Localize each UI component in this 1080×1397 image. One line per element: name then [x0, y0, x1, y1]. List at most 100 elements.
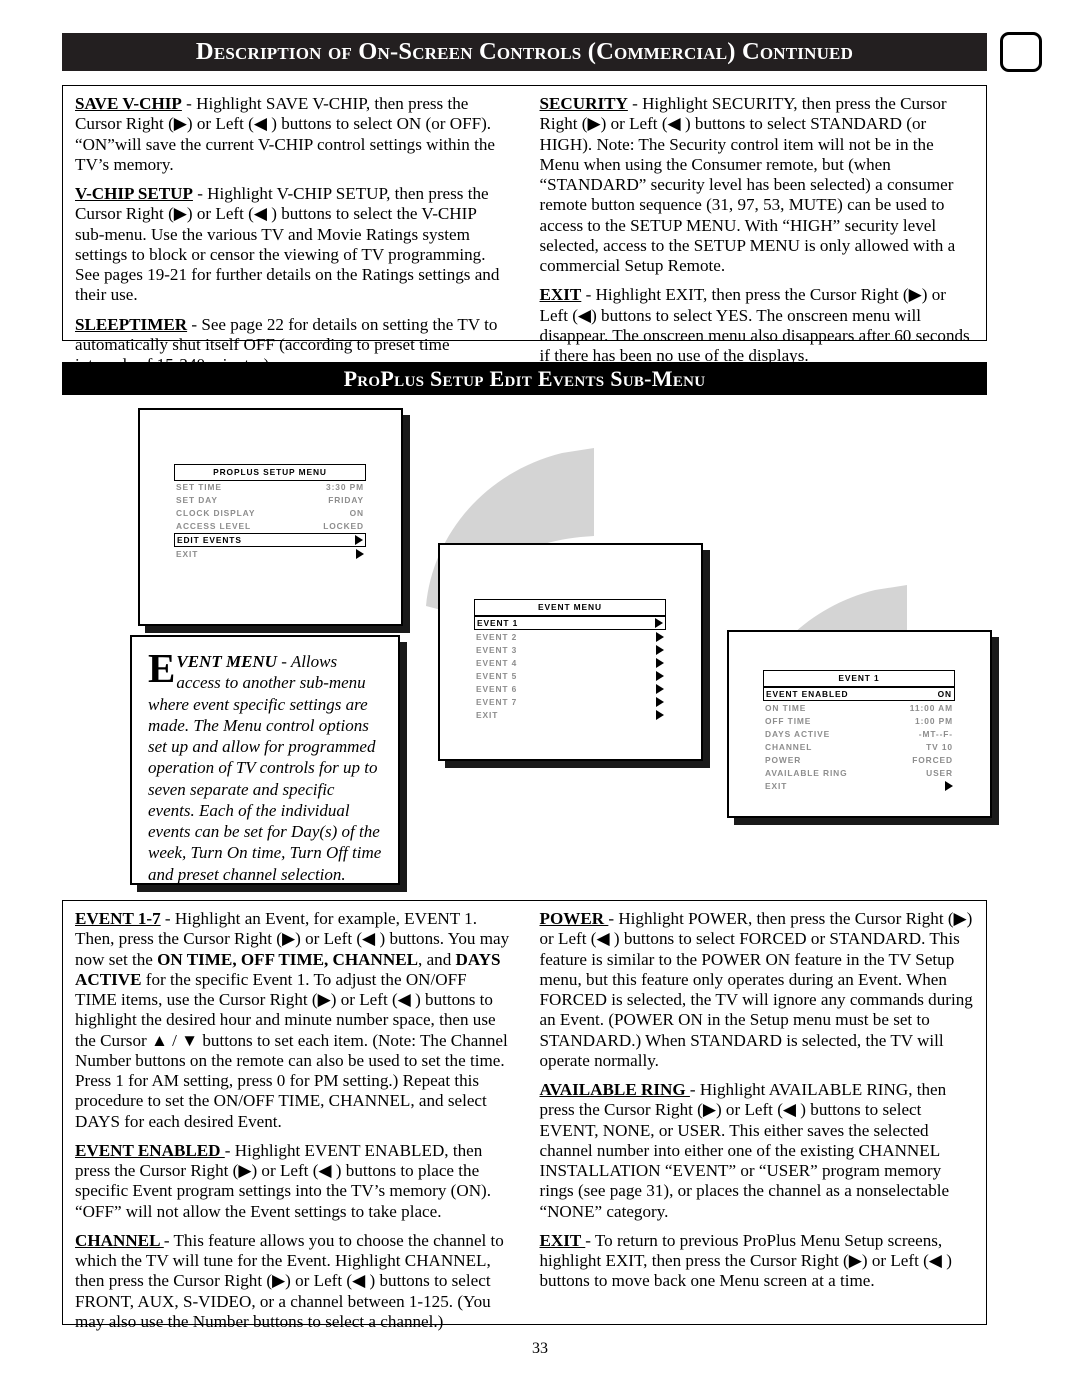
osd-event-menu: EVENT MENU EVENT 1 EVENT 2 EVENT 3 EVENT… [474, 599, 666, 721]
osd-row[interactable]: SET DAY FRIDAY [174, 494, 366, 507]
osd-row-label: EVENT 3 [476, 644, 518, 655]
term-channel: CHANNEL [75, 1230, 164, 1250]
osd-row-selected[interactable]: EVENT 1 [474, 615, 666, 631]
top-box-left-column: SAVE V-CHIP - Highlight SAVE V-CHIP, the… [63, 86, 526, 374]
osd-row[interactable]: EVENT 3 [474, 643, 666, 656]
term-exit-bottom: EXIT [539, 1230, 586, 1250]
osd-row[interactable]: EVENT 6 [474, 682, 666, 695]
osd-row[interactable]: CHANNEL TV 10 [763, 740, 955, 753]
event-menu-callout: E VENT MENU - Allows access to another su… [130, 635, 400, 885]
osd-row-label: OFF TIME [765, 715, 812, 726]
osd-row-label: EVENT 7 [476, 696, 518, 707]
callout-dropcap: E [148, 645, 176, 691]
osd-row[interactable]: DAYS ACTIVE -MT--F- [763, 727, 955, 740]
osd-row-label: ON TIME [765, 702, 807, 713]
term-save-vchip: SAVE V-CHIP [75, 94, 182, 113]
chevron-right-icon [656, 696, 664, 707]
tv-screen-icon [1000, 32, 1042, 72]
paragraph-vchip-setup: V-CHIP SETUP - Highlight V-CHIP SETUP, t… [75, 184, 510, 306]
body-exit-top: - Highlight EXIT, then press the Cursor … [539, 285, 970, 365]
chevron-right-icon [656, 644, 664, 655]
osd-row[interactable]: OFF TIME 1:00 PM [763, 714, 955, 727]
osd-row[interactable]: POWER FORCED [763, 753, 955, 766]
term-sleeptimer: SLEEPTIMER [75, 314, 188, 334]
screen-event-menu: EVENT MENU EVENT 1 EVENT 2 EVENT 3 EVENT… [438, 543, 703, 761]
osd-row-value: FORCED [912, 754, 953, 765]
term-security: SECURITY [539, 94, 628, 113]
osd-row[interactable]: EXIT [763, 779, 955, 792]
osd-row[interactable]: EVENT 2 [474, 630, 666, 643]
osd-row-label: EXIT [176, 548, 199, 559]
osd-row[interactable]: EVENT 5 [474, 669, 666, 682]
osd-row-label: DAYS ACTIVE [765, 728, 831, 739]
paragraph-save-vchip: SAVE V-CHIP - Highlight SAVE V-CHIP, the… [75, 94, 510, 175]
osd-row-value: ON [937, 688, 952, 699]
chevron-right-icon [656, 631, 664, 642]
osd-row[interactable]: ON TIME 11:00 AM [763, 701, 955, 714]
osd-row-label: EVENT 5 [476, 670, 518, 681]
page-title: Description of On-Screen Controls (Comme… [195, 38, 854, 65]
osd-row-selected[interactable]: EDIT EVENTS [174, 532, 366, 548]
chevron-right-icon [356, 548, 364, 559]
callout-body: - Allows access to another sub-menu wher… [148, 652, 382, 884]
term-event-enabled: EVENT ENABLED [75, 1140, 225, 1160]
osd-proplus-setup-menu: PROPLUS SETUP MENU SET TIME 3:30 PM SET … [174, 464, 366, 560]
paragraph-security: SECURITY - Highlight SECURITY, then pres… [540, 94, 975, 276]
osd-row[interactable]: EXIT [474, 708, 666, 721]
osd-row[interactable]: EVENT 7 [474, 695, 666, 708]
osd-row-label: EDIT EVENTS [177, 534, 242, 545]
osd-title-event-menu: EVENT MENU [474, 599, 666, 616]
osd-row-label: EXIT [765, 780, 788, 791]
osd-row[interactable]: ACCESS LEVEL LOCKED [174, 520, 366, 533]
bottom-box-left-column: EVENT 1-7 - Highlight an Event, for exam… [63, 901, 526, 1331]
osd-row-label: EVENT 6 [476, 683, 518, 694]
osd-row-selected[interactable]: EVENT ENABLED ON [763, 686, 955, 702]
paragraph-exit-top: EXIT - Highlight EXIT, then press the Cu… [540, 285, 975, 366]
body-power: - Highlight POWER, then press the Cursor… [539, 909, 973, 1070]
body-exit-bottom: - To return to previous ProPlus Menu Set… [539, 1230, 952, 1291]
osd-row-label: ACCESS LEVEL [176, 521, 252, 532]
paragraph-event-enabled: EVENT ENABLED - Highlight EVENT ENABLED,… [75, 1141, 510, 1222]
osd-row-label: CLOCK DISPLAY [176, 508, 256, 519]
bottom-description-box: EVENT 1-7 - Highlight an Event, for exam… [62, 900, 987, 1331]
osd-event-1: EVENT 1 EVENT ENABLED ON ON TIME 11:00 A… [763, 670, 955, 792]
osd-row-label: EVENT 1 [477, 617, 519, 628]
osd-row-label: SET TIME [176, 482, 222, 493]
term-event-1-7: EVENT 1-7 [75, 909, 161, 928]
body-security: - Highlight SECURITY, then press the Cur… [539, 94, 956, 275]
osd-row-value: 1:00 PM [915, 715, 953, 726]
osd-row-label: EVENT 4 [476, 657, 518, 668]
chevron-right-icon [656, 670, 664, 681]
osd-row-label: EVENT 2 [476, 631, 518, 642]
paragraph-exit-bottom: EXIT - To return to previous ProPlus Men… [540, 1231, 975, 1292]
paragraph-channel: CHANNEL - This feature allows you to cho… [75, 1231, 510, 1332]
osd-row-value: TV 10 [926, 741, 953, 752]
osd-title-event-1: EVENT 1 [763, 670, 955, 687]
chevron-right-icon [945, 780, 953, 791]
osd-row[interactable]: AVAILABLE RING USER [763, 766, 955, 779]
paragraph-power: POWER - Highlight POWER, then press the … [540, 909, 975, 1071]
osd-row[interactable]: EXIT [174, 547, 366, 560]
screen-proplus-setup-menu: PROPLUS SETUP MENU SET TIME 3:30 PM SET … [138, 408, 403, 626]
osd-title-proplus: PROPLUS SETUP MENU [174, 464, 366, 481]
osd-row-value: -MT--F- [918, 728, 953, 739]
callout-term: VENT MENU [176, 652, 277, 671]
osd-row-value: USER [926, 767, 953, 778]
osd-row-value: ON [349, 508, 364, 519]
chevron-right-icon [656, 683, 664, 694]
osd-row-label: POWER [765, 754, 802, 765]
osd-row[interactable]: SET TIME 3:30 PM [174, 481, 366, 494]
osd-row-label: CHANNEL [765, 741, 813, 752]
term-vchip-setup: V-CHIP SETUP [75, 184, 193, 203]
osd-row[interactable]: EVENT 4 [474, 656, 666, 669]
osd-row-value: 3:30 PM [326, 482, 364, 493]
osd-row[interactable]: CLOCK DISPLAY ON [174, 507, 366, 520]
bold-on-off-channel: ON TIME, OFF TIME, CHANNEL [157, 949, 419, 969]
term-available-ring: AVAILABLE RING [539, 1080, 690, 1099]
osd-row-label: EVENT ENABLED [766, 688, 849, 699]
menu-flow-diagram: PROPLUS SETUP MENU SET TIME 3:30 PM SET … [0, 400, 1080, 895]
osd-row-value: LOCKED [323, 521, 364, 532]
chevron-right-icon [355, 534, 363, 545]
osd-row-label: EXIT [476, 709, 499, 720]
section-title-bar: ProPlus Setup Edit Events Sub-Menu [62, 362, 987, 395]
